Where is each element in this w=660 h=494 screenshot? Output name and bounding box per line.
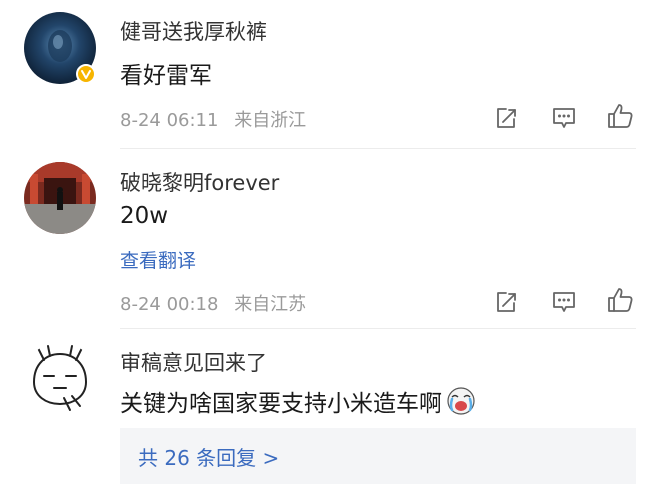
username[interactable]: 破晓黎明forever: [120, 167, 279, 197]
divider: [120, 148, 636, 149]
comment-text-row: 关键为啥国家要支持小米造车啊: [120, 384, 476, 418]
avatar[interactable]: [24, 162, 96, 234]
comment-date: 8-24 06:11: [120, 110, 219, 131]
comment-text: 关键为啥国家要支持小米造车啊: [120, 391, 442, 417]
comment-text: 20w: [120, 203, 169, 229]
divider: [120, 328, 636, 329]
share-icon[interactable]: [492, 288, 520, 316]
translate-link[interactable]: 查看翻译: [120, 246, 196, 273]
comment-location: 来自浙江: [234, 110, 307, 131]
avatar[interactable]: [24, 342, 96, 414]
like-icon[interactable]: [606, 102, 634, 130]
username[interactable]: 审稿意见回来了: [120, 347, 267, 377]
username[interactable]: 健哥送我厚秋裤: [120, 16, 267, 46]
like-icon[interactable]: [606, 286, 634, 314]
laughing-crying-emoji-icon: [446, 386, 476, 416]
view-replies-label: 共 26 条回复 >: [138, 445, 280, 470]
comment-meta: 8-24 00:18 来自江苏: [120, 290, 306, 316]
comment-meta: 8-24 06:11 来自浙江: [120, 106, 306, 132]
comment-date: 8-24 00:18: [120, 294, 219, 315]
comment-text: 看好雷军: [120, 63, 212, 89]
comment-location: 来自江苏: [234, 294, 307, 315]
verified-badge-icon: [76, 64, 96, 84]
comment-icon[interactable]: [550, 104, 578, 132]
comment-icon[interactable]: [550, 288, 578, 316]
share-icon[interactable]: [492, 104, 520, 132]
view-replies-button[interactable]: 共 26 条回复 >: [120, 428, 636, 484]
